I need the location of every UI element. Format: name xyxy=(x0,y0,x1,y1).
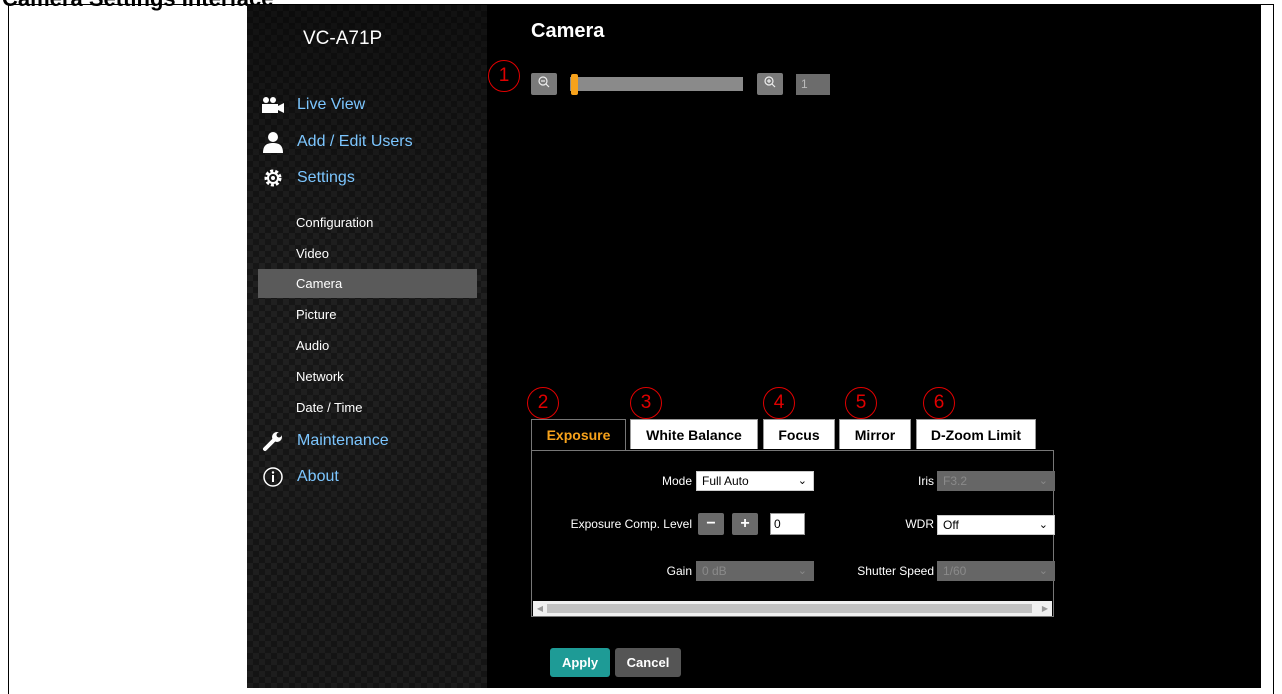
sidebar-item-video[interactable]: Video xyxy=(258,239,477,268)
sidebar-item-audio[interactable]: Audio xyxy=(258,331,477,360)
nav-add-edit-users[interactable]: Add / Edit Users xyxy=(261,127,413,157)
device-name: VC-A71P xyxy=(303,28,383,49)
gain-select-value: 0 dB xyxy=(702,564,727,578)
sidebar-item-configuration[interactable]: Configuration xyxy=(258,208,477,237)
tab-exposure[interactable]: Exposure xyxy=(531,419,626,450)
iris-select: F3.2 ⌄ xyxy=(937,471,1055,491)
sidebar-item-camera[interactable]: Camera xyxy=(258,269,477,298)
nav-settings-label: Settings xyxy=(297,169,355,186)
wdr-label: WDR xyxy=(905,517,934,531)
zoom-out-button[interactable] xyxy=(531,73,557,95)
zoom-in-button[interactable] xyxy=(757,73,783,95)
info-icon xyxy=(261,466,285,488)
chevron-down-icon: ⌄ xyxy=(797,475,807,487)
callout-2: 2 xyxy=(527,387,559,419)
mode-label: Mode xyxy=(661,474,692,488)
cancel-button[interactable]: Cancel xyxy=(615,648,681,677)
nav-maintenance-label: Maintenance xyxy=(297,432,389,449)
exposure-comp-label: Exposure Comp. Level xyxy=(570,517,692,531)
exposure-comp-input[interactable]: 0 xyxy=(770,513,805,535)
sidebar-item-network[interactable]: Network xyxy=(258,362,477,391)
apply-button[interactable]: Apply xyxy=(550,648,610,677)
nav-maintenance[interactable]: Maintenance xyxy=(261,426,389,456)
tab-mirror[interactable]: Mirror xyxy=(839,419,911,449)
chevron-down-icon: ⌄ xyxy=(797,565,807,577)
callout-4: 4 xyxy=(763,387,795,419)
nav-about-label: About xyxy=(297,468,339,485)
tab-focus[interactable]: Focus xyxy=(763,419,835,449)
shutter-speed-select: 1/60 ⌄ xyxy=(937,561,1055,581)
tab-d-zoom-limit[interactable]: D-Zoom Limit xyxy=(916,419,1036,449)
horizontal-scrollbar[interactable]: ◀ ▶ xyxy=(533,601,1052,616)
mode-select-value: Full Auto xyxy=(702,474,749,488)
callout-5: 5 xyxy=(845,387,877,419)
zoom-in-icon xyxy=(764,75,776,93)
scrollbar-thumb[interactable] xyxy=(547,604,1032,613)
nav-live-view[interactable]: Live View xyxy=(261,90,365,120)
gain-label: Gain xyxy=(666,564,692,578)
shutter-speed-label: Shutter Speed xyxy=(857,564,934,578)
gain-select: 0 dB ⌄ xyxy=(696,561,814,581)
sidebar: VC-A71P Live View Add / Edit Users Setti… xyxy=(247,5,487,688)
callout-1: 1 xyxy=(488,60,520,92)
chevron-down-icon: ⌄ xyxy=(1038,475,1048,487)
wdr-select-value: Off xyxy=(943,518,959,532)
callout-3: 3 xyxy=(630,387,662,419)
scroll-left-icon[interactable]: ◀ xyxy=(533,601,547,616)
app-window: VC-A71P Live View Add / Edit Users Setti… xyxy=(247,5,1261,688)
zoom-slider-handle[interactable] xyxy=(571,74,578,95)
chevron-down-icon: ⌄ xyxy=(1038,519,1048,531)
shutter-speed-select-value: 1/60 xyxy=(943,564,967,578)
sidebar-item-picture[interactable]: Picture xyxy=(258,300,477,329)
gear-icon xyxy=(261,167,285,189)
exposure-comp-plus-button[interactable]: + xyxy=(732,513,758,535)
scroll-right-icon[interactable]: ▶ xyxy=(1038,601,1052,616)
nav-live-view-label: Live View xyxy=(297,96,366,113)
video-camera-icon xyxy=(261,94,285,116)
callout-6: 6 xyxy=(923,387,955,419)
wdr-select[interactable]: Off ⌄ xyxy=(937,515,1055,535)
nav-add-edit-users-label: Add / Edit Users xyxy=(297,133,413,150)
page-title: Camera xyxy=(531,20,605,42)
sidebar-item-date-time[interactable]: Date / Time xyxy=(258,393,477,422)
nav-about[interactable]: About xyxy=(261,462,339,492)
iris-select-value: F3.2 xyxy=(943,474,968,488)
user-icon xyxy=(261,131,285,153)
iris-label: Iris xyxy=(918,474,934,488)
chevron-down-icon: ⌄ xyxy=(1038,565,1048,577)
zoom-value-field[interactable]: 1 xyxy=(796,74,830,95)
tab-white-balance[interactable]: White Balance xyxy=(630,419,758,449)
nav-settings[interactable]: Settings xyxy=(261,163,355,193)
zoom-out-icon xyxy=(538,75,550,93)
exposure-panel: Mode Full Auto ⌄ Exposure Comp. Level − +… xyxy=(531,450,1055,617)
zoom-slider-track[interactable] xyxy=(570,77,743,91)
wrench-icon xyxy=(261,430,285,452)
mode-select[interactable]: Full Auto ⌄ xyxy=(696,471,814,491)
exposure-comp-minus-button[interactable]: − xyxy=(698,513,724,535)
